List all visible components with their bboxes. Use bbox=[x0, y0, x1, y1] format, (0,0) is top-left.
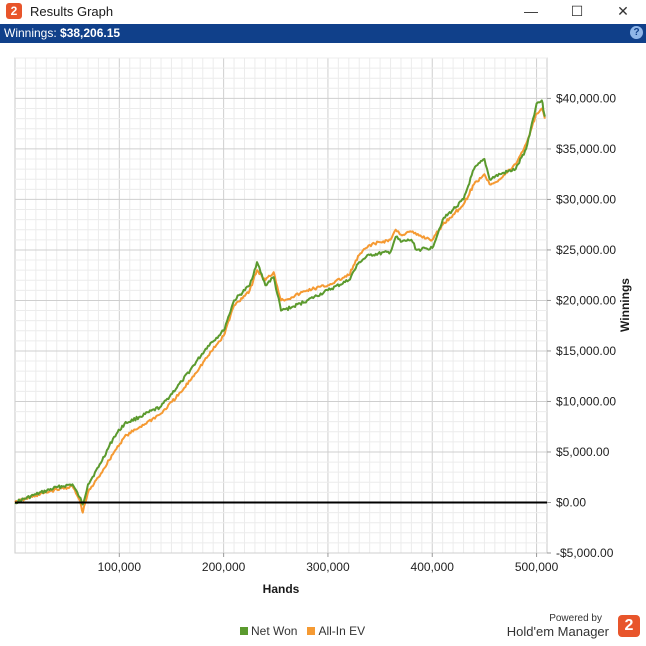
y-tick-label: $25,000.00 bbox=[556, 243, 616, 257]
powered-by-text: Powered by bbox=[549, 613, 602, 624]
window-title: Results Graph bbox=[30, 4, 114, 19]
winnings-bar: Winnings: $38,206.15 ? bbox=[0, 24, 646, 43]
all-in-ev-swatch bbox=[307, 627, 316, 635]
y-tick-label: $35,000.00 bbox=[556, 142, 616, 156]
results-chart: -$5,000.00 $0.00 $5,000.00 $10,000.00 $15,00… bbox=[0, 43, 646, 641]
title-bar: 2 Results Graph — ☐ ✕ bbox=[0, 0, 646, 24]
y-tick-label: -$5,000.00 bbox=[556, 546, 614, 560]
y-tick-label: $5,000.00 bbox=[556, 445, 610, 459]
chart-svg: -$5,000.00 $0.00 $5,000.00 $10,000.00 $15,00… bbox=[14, 57, 632, 596]
legend-item-net-won[interactable]: Net Won bbox=[240, 624, 297, 638]
winnings-summary: Winnings: $38,206.15 bbox=[4, 26, 120, 40]
legend-label-all-in-ev: All-In EV bbox=[318, 624, 366, 638]
y-axis-ticks: -$5,000.00 $0.00 $5,000.00 $10,000.00 $15,00… bbox=[547, 91, 616, 560]
x-axis-label: Hands bbox=[263, 582, 300, 596]
x-axis-ticks: 100,000 200,000 300,000 400,000 500,000 bbox=[98, 553, 559, 574]
minimize-button[interactable]: — bbox=[508, 0, 554, 22]
x-tick-label: 400,000 bbox=[411, 560, 455, 574]
winnings-label: Winnings: bbox=[4, 26, 57, 40]
net-won-swatch bbox=[240, 627, 248, 635]
brand-name: Hold'em Manager bbox=[506, 624, 609, 639]
y-tick-label: $20,000.00 bbox=[556, 293, 616, 307]
x-tick-label: 100,000 bbox=[98, 560, 142, 574]
legend-item-all-in-ev[interactable]: All-In EV bbox=[307, 624, 365, 638]
y-axis-label: Winnings bbox=[618, 278, 632, 332]
x-tick-label: 200,000 bbox=[202, 560, 246, 574]
app-logo-icon: 2 bbox=[6, 3, 22, 19]
y-tick-label: $40,000.00 bbox=[556, 91, 616, 105]
y-tick-label: $10,000.00 bbox=[556, 394, 616, 408]
chart-legend: Net Won All-In EV bbox=[240, 624, 365, 638]
holdem-manager-logo-icon: 2 bbox=[618, 615, 640, 637]
y-tick-label: $15,000.00 bbox=[556, 344, 616, 358]
powered-by-branding: Powered by Hold'em Manager 2 bbox=[500, 612, 640, 640]
legend-label-net-won: Net Won bbox=[251, 624, 298, 638]
help-icon[interactable]: ? bbox=[630, 26, 643, 39]
close-button[interactable]: ✕ bbox=[600, 0, 646, 22]
maximize-button[interactable]: ☐ bbox=[554, 0, 600, 22]
y-tick-label: $0.00 bbox=[556, 495, 586, 509]
x-tick-label: 300,000 bbox=[306, 560, 350, 574]
winnings-value: $38,206.15 bbox=[60, 26, 121, 40]
y-tick-label: $30,000.00 bbox=[556, 192, 616, 206]
x-tick-label: 500,000 bbox=[515, 560, 559, 574]
